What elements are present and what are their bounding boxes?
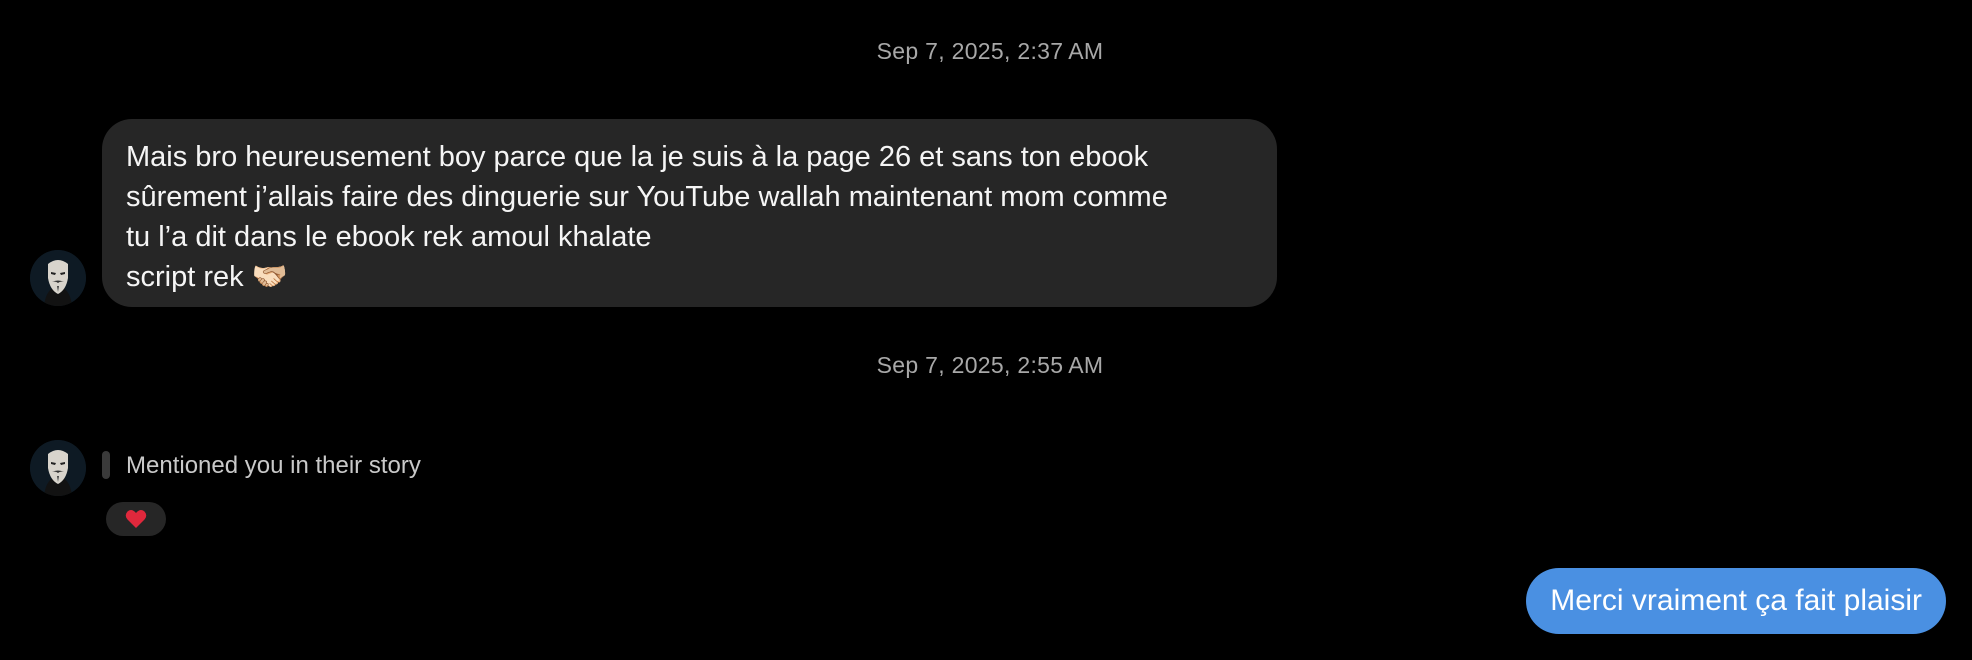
mask-avatar-icon bbox=[30, 250, 86, 306]
incoming-message-bubble[interactable]: Mais bro heureusement boy parce que la j… bbox=[102, 119, 1277, 307]
mask-avatar-icon bbox=[30, 440, 86, 496]
outgoing-message-bubble[interactable]: Merci vraiment ça fait plaisir bbox=[1526, 568, 1946, 634]
heart-icon bbox=[125, 510, 147, 528]
story-mention-text: Mentioned you in their story bbox=[126, 452, 421, 479]
avatar[interactable] bbox=[30, 250, 86, 306]
avatar[interactable] bbox=[30, 440, 86, 496]
reaction-badge[interactable] bbox=[106, 502, 166, 536]
chat-thread: Sep 7, 2025, 2:37 AM Mais bro heureuseme… bbox=[0, 0, 1972, 660]
story-preview-bar[interactable] bbox=[102, 451, 110, 479]
timestamp: Sep 7, 2025, 2:37 AM bbox=[876, 38, 1104, 64]
timestamp: Sep 7, 2025, 2:55 AM bbox=[876, 352, 1104, 378]
